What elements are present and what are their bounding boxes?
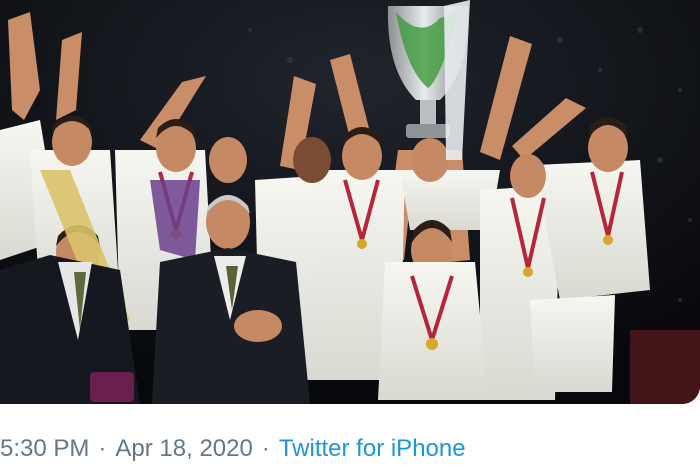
- tweet-source-link[interactable]: Twitter for iPhone: [279, 435, 466, 463]
- tweet-time[interactable]: 5:30 PM: [0, 435, 89, 463]
- tweet-date[interactable]: Apr 18, 2020: [115, 435, 252, 463]
- tweet-metadata: 5:30 PM · Apr 18, 2020 · Twitter for iPh…: [0, 432, 466, 466]
- tweet-photo[interactable]: [0, 0, 700, 404]
- meta-separator: ·: [261, 435, 270, 462]
- meta-separator: ·: [98, 435, 107, 462]
- celebration-photo: [0, 0, 700, 404]
